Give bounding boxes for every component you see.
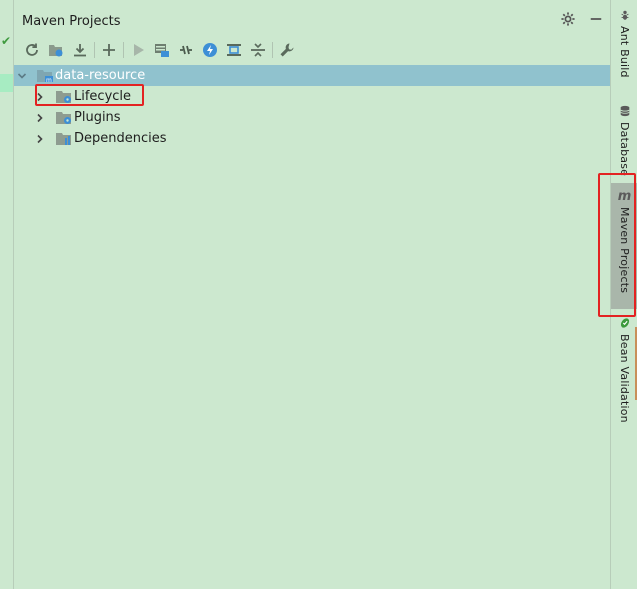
svg-text:m: m [46,77,52,83]
tab-label: Database [618,122,631,177]
tree-item-label: Plugins [74,110,121,125]
maven-toolbar [20,39,299,61]
execute-goal-icon[interactable] [150,39,174,61]
toolbar-separator [272,42,273,58]
chevron-right-icon[interactable] [34,107,46,128]
download-icon[interactable] [68,39,92,61]
tree-root-label: data-resource [55,68,146,83]
tree-item-plugins[interactable]: Plugins [14,107,610,128]
tree-item-dependencies[interactable]: Dependencies [14,128,610,149]
add-icon[interactable] [97,39,121,61]
tab-database[interactable]: Database [611,104,637,176]
tree-item-label: Dependencies [74,131,167,146]
minimize-icon[interactable] [588,12,604,28]
toolbar-separator [123,42,124,58]
tree-root-data-resource[interactable]: m data-resource [14,65,610,86]
lifecycle-highlight-annotation [35,84,144,106]
project-tree: m data-resource Lifecycle Plugins Depend… [14,65,610,149]
tab-label: Bean Validation [618,334,631,423]
refresh-icon[interactable] [20,39,44,61]
settings-wrench-icon[interactable] [275,39,299,61]
tab-bean-validation[interactable]: Bean Validation [611,316,637,423]
maven-tab-highlight-annotation [598,173,636,317]
skip-tests-icon[interactable] [198,39,222,61]
tab-ant-build[interactable]: Ant Build [611,8,637,78]
generate-sources-icon[interactable] [44,39,68,61]
gutter-highlight [0,74,13,92]
ant-icon [618,8,632,22]
tab-label: Ant Build [618,26,631,78]
toggle-offline-icon[interactable] [174,39,198,61]
panel-title-actions [560,12,604,28]
gear-icon[interactable] [560,12,576,28]
check-icon: ✔ [1,34,12,48]
dependencies-folder-icon [56,131,72,146]
show-dependencies-icon[interactable] [222,39,246,61]
chevron-right-icon[interactable] [34,128,46,149]
database-icon [618,104,632,118]
bean-validation-icon [618,316,632,330]
maven-module-icon: m [37,68,53,84]
toolbar-separator [94,42,95,58]
run-icon[interactable] [126,39,150,61]
panel-title: Maven Projects [22,14,121,29]
chevron-down-icon[interactable] [16,65,28,86]
editor-gutter: ✔ [0,0,14,589]
collapse-all-icon[interactable] [246,39,270,61]
plugins-folder-icon [56,110,72,125]
